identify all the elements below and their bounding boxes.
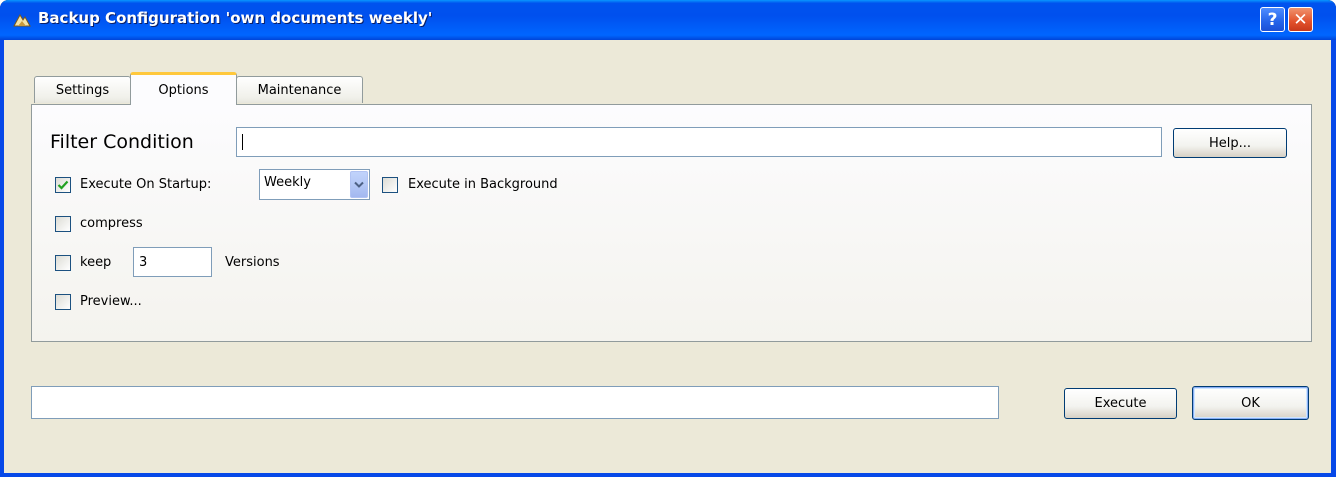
preview-label: Preview... — [80, 294, 142, 309]
tab-label: Settings — [55, 82, 110, 98]
window-title: Backup Configuration 'own documents week… — [38, 9, 433, 27]
help-title-button[interactable]: ? — [1260, 7, 1285, 32]
text-caret — [242, 134, 243, 150]
filter-condition-label: Filter Condition — [50, 131, 194, 153]
status-field[interactable] — [31, 386, 999, 419]
keep-label: keep — [80, 255, 112, 270]
tab-label: Options — [158, 82, 209, 98]
close-icon: ✕ — [1293, 9, 1308, 30]
tab-label: Maintenance — [257, 82, 342, 98]
backup-app-icon — [13, 13, 31, 27]
tab-settings[interactable]: Settings — [34, 76, 131, 103]
chevron-down-icon — [354, 181, 364, 188]
tab-maintenance[interactable]: Maintenance — [236, 76, 363, 103]
help-button[interactable]: Help... — [1173, 128, 1287, 158]
compress-label: compress — [80, 216, 143, 231]
preview-checkbox[interactable] — [55, 294, 71, 310]
check-mark-icon — [57, 180, 69, 190]
keep-count: 3 — [139, 254, 148, 270]
execute-on-startup-checkbox[interactable] — [55, 177, 71, 193]
keep-checkbox[interactable] — [55, 255, 71, 271]
execute-in-background-checkbox[interactable] — [382, 177, 398, 193]
execute-in-background-label: Execute in Background — [408, 177, 558, 192]
frequency-select[interactable]: Weekly — [259, 169, 370, 200]
execute-on-startup-label: Execute On Startup: — [80, 177, 212, 192]
dialog-window: Backup Configuration 'own documents week… — [0, 0, 1336, 477]
filter-condition-input[interactable] — [236, 127, 1162, 157]
title-bar[interactable]: Backup Configuration 'own documents week… — [0, 0, 1336, 40]
help-button-label: Help... — [1208, 135, 1252, 151]
frequency-value: Weekly — [264, 175, 311, 190]
dropdown-button[interactable] — [350, 171, 368, 198]
execute-button-label: Execute — [1094, 396, 1147, 411]
dialog-client: Settings Options Maintenance Filter Cond… — [4, 40, 1331, 473]
ok-button[interactable]: OK — [1192, 386, 1309, 420]
versions-label: Versions — [225, 255, 280, 270]
compress-checkbox[interactable] — [55, 216, 71, 232]
close-button[interactable]: ✕ — [1288, 7, 1313, 32]
keep-versions-input[interactable]: 3 — [133, 247, 212, 277]
execute-button[interactable]: Execute — [1064, 388, 1177, 419]
tab-options[interactable]: Options — [130, 72, 237, 105]
question-icon: ? — [1267, 9, 1278, 30]
ok-button-label: OK — [1241, 395, 1260, 411]
options-panel: Filter Condition Help... Execute On Star… — [31, 104, 1312, 342]
